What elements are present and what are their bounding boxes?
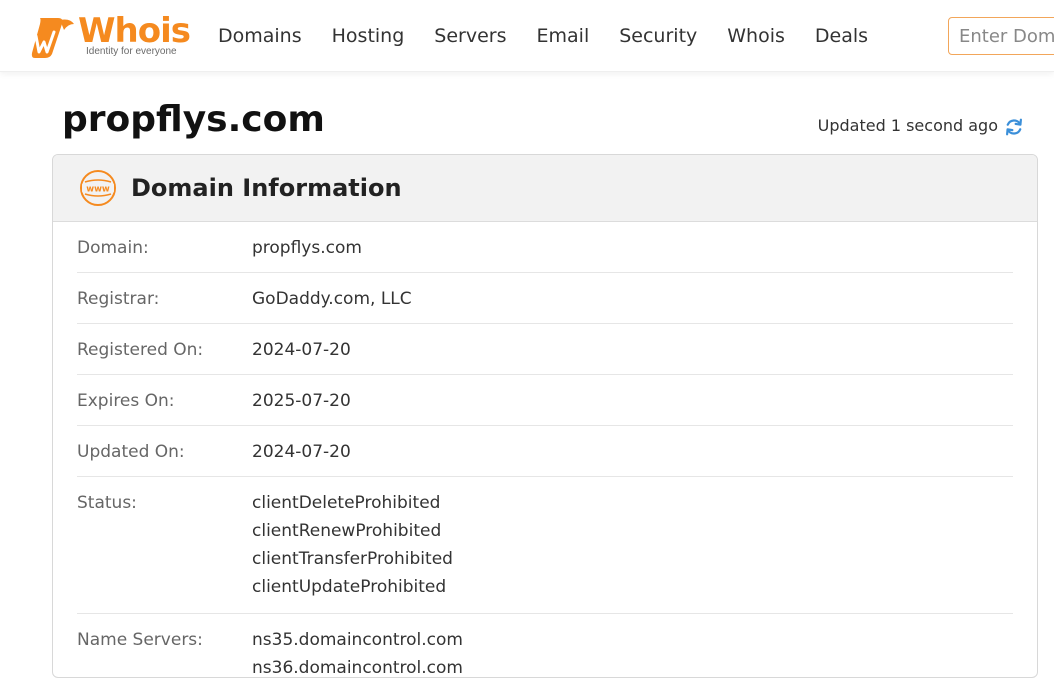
info-value: 2024-07-20 (252, 336, 351, 362)
status-value: clientTransferProhibited (252, 549, 453, 569)
info-value: propflys.com (252, 234, 362, 260)
info-row-domain: Domain: propflys.com (77, 222, 1013, 273)
registrar-value: GoDaddy.com, LLC (252, 289, 412, 309)
name-server-value: ns36.domaincontrol.com (252, 658, 463, 678)
domain-information-card: www Domain Information Domain: propflys.… (52, 154, 1038, 678)
card-title: Domain Information (131, 174, 402, 202)
status-value: clientUpdateProhibited (252, 577, 447, 597)
nav-item-deals[interactable]: Deals (815, 24, 868, 48)
info-value: 2025-07-20 (252, 387, 351, 413)
logo-wordmark: Whois (78, 11, 191, 51)
info-label: Expires On: (77, 391, 175, 411)
name-server-values: ns35.domaincontrol.com ns36.domaincontro… (252, 626, 463, 678)
info-label: Updated On: (77, 442, 185, 462)
info-label: Registrar: (77, 289, 160, 309)
expires-on-value: 2025-07-20 (252, 391, 351, 411)
site-header: Whois Identity for everyone Domains Host… (0, 0, 1054, 72)
info-label: Status: (77, 493, 137, 513)
info-label: Registered On: (77, 340, 204, 360)
page-title: propflys.com (62, 99, 325, 140)
info-value: 2024-07-20 (252, 438, 351, 464)
name-server-value: ns35.domaincontrol.com (252, 630, 463, 650)
updated-text: Updated 1 second ago (817, 116, 998, 135)
www-icon: www (80, 170, 116, 206)
domain-search-input[interactable] (948, 17, 1054, 55)
logo-mark-icon (31, 18, 74, 58)
svg-text:www: www (86, 185, 110, 195)
nav-item-servers[interactable]: Servers (434, 24, 506, 48)
info-row-status: Status: clientDeleteProhibited clientRen… (77, 477, 1013, 614)
logo-tagline: Identity for everyone (86, 46, 177, 57)
info-row-registered-on: Registered On: 2024-07-20 (77, 324, 1013, 375)
card-header: www Domain Information (53, 155, 1037, 222)
refresh-icon[interactable] (1003, 116, 1025, 138)
nav-item-whois[interactable]: Whois (727, 24, 785, 48)
info-label: Name Servers: (77, 630, 203, 650)
info-label: Domain: (77, 238, 149, 258)
nav-item-domains[interactable]: Domains (218, 24, 302, 48)
registered-on-value: 2024-07-20 (252, 340, 351, 360)
site-logo[interactable]: Whois Identity for everyone (30, 11, 191, 62)
status-value: clientRenewProhibited (252, 521, 442, 541)
domain-info-list: Domain: propflys.com Registrar: GoDaddy.… (77, 222, 1013, 678)
nav-item-hosting[interactable]: Hosting (332, 24, 405, 48)
main-nav: Domains Hosting Servers Email Security W… (218, 24, 898, 48)
info-row-expires-on: Expires On: 2025-07-20 (77, 375, 1013, 426)
updated-status: Updated 1 second ago (818, 116, 998, 135)
info-row-updated-on: Updated On: 2024-07-20 (77, 426, 1013, 477)
nav-item-email[interactable]: Email (537, 24, 590, 48)
status-value: clientDeleteProhibited (252, 493, 441, 513)
domain-value: propflys.com (252, 238, 362, 258)
nav-item-security[interactable]: Security (619, 24, 697, 48)
info-value: GoDaddy.com, LLC (252, 285, 412, 311)
status-values: clientDeleteProhibited clientRenewProhib… (252, 489, 453, 601)
info-row-registrar: Registrar: GoDaddy.com, LLC (77, 273, 1013, 324)
info-row-name-servers: Name Servers: ns35.domaincontrol.com ns3… (77, 614, 1013, 678)
updated-on-value: 2024-07-20 (252, 442, 351, 462)
